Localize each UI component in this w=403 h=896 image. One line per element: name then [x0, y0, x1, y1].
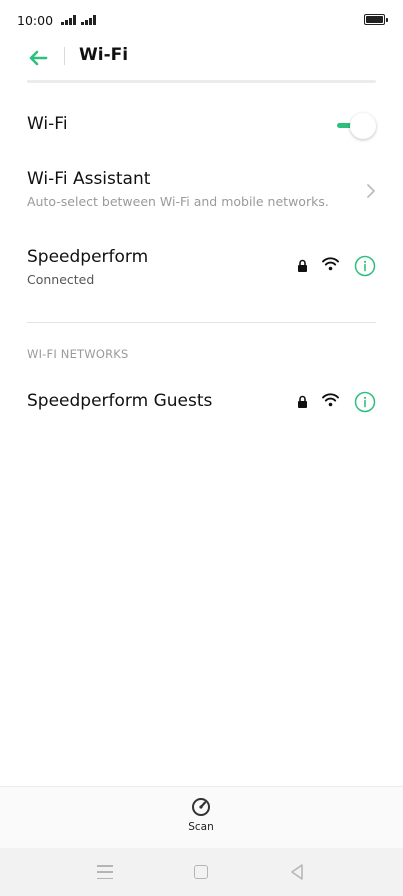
scan-label: Scan — [188, 821, 214, 833]
arrow-left-icon — [29, 50, 48, 66]
scan-button[interactable]: Scan — [176, 797, 226, 843]
networks-section-header: WI-FI NETWORKS — [27, 347, 129, 361]
header-divider — [27, 80, 376, 83]
wifi-signal-icon — [322, 257, 339, 271]
system-nav-bar — [0, 848, 403, 896]
signal-strength-icon-2 — [81, 14, 96, 25]
status-time: 10:00 — [17, 13, 54, 28]
app-bar: Wi-Fi — [0, 40, 403, 76]
lock-icon — [298, 395, 307, 408]
wifi-assistant-title: Wi-Fi Assistant — [27, 169, 151, 189]
info-icon[interactable] — [354, 255, 376, 277]
status-bar: 10:00 — [0, 0, 403, 40]
info-icon[interactable] — [354, 391, 376, 413]
wifi-toggle-label: Wi-Fi — [27, 114, 68, 134]
menu-icon[interactable] — [97, 865, 113, 879]
title-divider — [64, 47, 65, 65]
connected-network-row[interactable]: Speedperform Connected — [27, 247, 376, 287]
toggle-knob — [350, 113, 376, 139]
back-button[interactable] — [24, 44, 52, 72]
home-icon[interactable] — [194, 865, 208, 879]
page-title: Wi-Fi — [79, 45, 129, 65]
section-divider — [27, 322, 376, 323]
chevron-right-icon — [367, 184, 375, 198]
network-list-item[interactable]: Speedperform Guests — [27, 391, 376, 413]
bottom-action-bar: Scan — [0, 786, 403, 848]
wifi-toggle-switch[interactable] — [332, 112, 376, 140]
battery-icon — [364, 14, 388, 25]
wifi-toggle-row[interactable]: Wi-Fi — [27, 113, 376, 139]
lock-icon — [298, 259, 307, 272]
wifi-signal-icon — [322, 393, 339, 407]
wifi-assistant-subtitle: Auto-select between Wi-Fi and mobile net… — [27, 194, 329, 209]
signal-strength-icon — [61, 14, 76, 25]
wifi-assistant-row[interactable]: Wi-Fi Assistant Auto-select between Wi-F… — [27, 169, 376, 209]
back-triangle-icon[interactable] — [289, 863, 305, 881]
speedometer-icon — [192, 798, 210, 816]
